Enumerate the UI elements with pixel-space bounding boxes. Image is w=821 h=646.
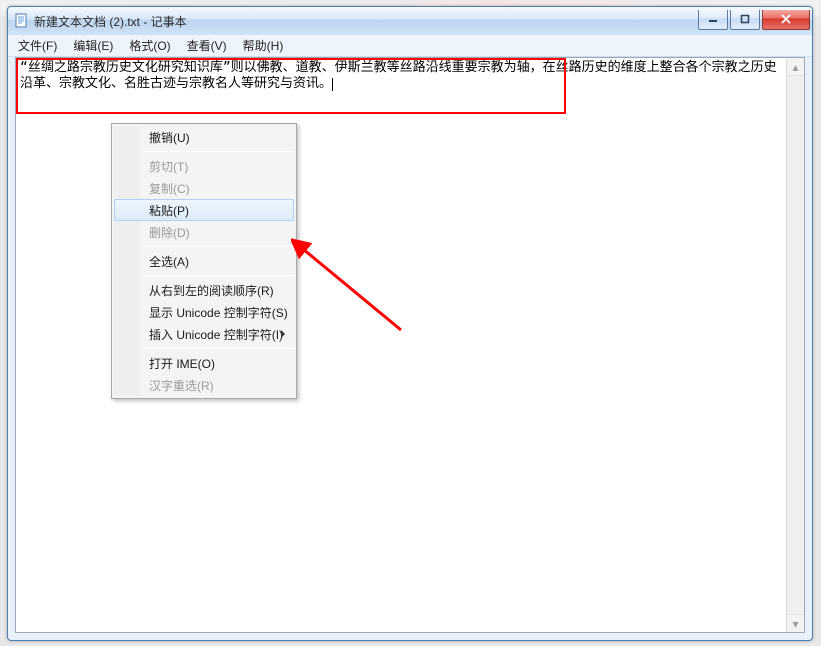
menubar: 文件(F) 编辑(E) 格式(O) 查看(V) 帮助(H) [8,35,812,57]
ctx-reconv-label: 汉字重选(R) [149,377,214,394]
ctx-delete-label: 删除(D) [149,224,190,241]
menu-format[interactable]: 格式(O) [121,35,178,56]
ctx-undo-label: 撤销(U) [149,129,190,146]
notepad-icon [14,13,30,29]
notepad-window: 新建文本文档 (2).txt - 记事本 文件(F) 编辑(E) 格式(O) 查… [7,6,813,641]
ctx-open-ime-label: 打开 IME(O) [149,355,215,372]
ctx-insert-ucc-label: 插入 Unicode 控制字符(I) [149,326,283,343]
ctx-separator [144,275,292,276]
chevron-down-icon: ▾ [792,617,798,631]
menu-help[interactable]: 帮助(H) [235,35,292,56]
ctx-insert-unicode-controls[interactable]: 插入 Unicode 控制字符(I) [114,323,294,345]
editor-text: “丝绸之路宗教历史文化研究知识库”则以佛教、道教、伊斯兰教等丝路沿线重要宗教为轴… [20,60,777,91]
submenu-arrow-icon [281,330,285,338]
ctx-separator [144,246,292,247]
vertical-scrollbar[interactable]: ▴ ▾ [786,58,804,632]
ctx-delete[interactable]: 删除(D) [114,221,294,243]
ctx-select-all[interactable]: 全选(A) [114,250,294,272]
ctx-show-ucc-label: 显示 Unicode 控制字符(S) [149,304,288,321]
ctx-reconvert[interactable]: 汉字重选(R) [114,374,294,396]
ctx-undo[interactable]: 撤销(U) [114,126,294,148]
titlebar[interactable]: 新建文本文档 (2).txt - 记事本 [8,7,812,35]
chevron-up-icon: ▴ [792,60,798,74]
ctx-copy[interactable]: 复制(C) [114,177,294,199]
ctx-copy-label: 复制(C) [149,180,190,197]
window-title: 新建文本文档 (2).txt - 记事本 [34,13,187,30]
ctx-rtl[interactable]: 从右到左的阅读顺序(R) [114,279,294,301]
ctx-open-ime[interactable]: 打开 IME(O) [114,352,294,374]
scroll-up-button[interactable]: ▴ [787,58,804,76]
menu-edit[interactable]: 编辑(E) [65,35,121,56]
minimize-button[interactable] [698,10,728,30]
context-menu: 撤销(U) 剪切(T) 复制(C) 粘贴(P) 删除(D) 全选(A) 从右到左… [111,123,297,399]
ctx-paste[interactable]: 粘贴(P) [114,199,294,221]
ctx-select-all-label: 全选(A) [149,253,189,270]
close-button[interactable] [762,10,810,30]
text-cursor [332,78,333,91]
menu-view[interactable]: 查看(V) [179,35,235,56]
ctx-separator [144,151,292,152]
ctx-show-unicode-controls[interactable]: 显示 Unicode 控制字符(S) [114,301,294,323]
maximize-button[interactable] [730,10,760,30]
scroll-down-button[interactable]: ▾ [787,614,804,632]
ctx-separator [144,348,292,349]
ctx-paste-label: 粘贴(P) [149,202,189,219]
ctx-cut-label: 剪切(T) [149,158,188,175]
window-buttons [698,10,810,30]
ctx-cut[interactable]: 剪切(T) [114,155,294,177]
menu-file[interactable]: 文件(F) [10,35,65,56]
ctx-rtl-label: 从右到左的阅读顺序(R) [149,282,274,299]
